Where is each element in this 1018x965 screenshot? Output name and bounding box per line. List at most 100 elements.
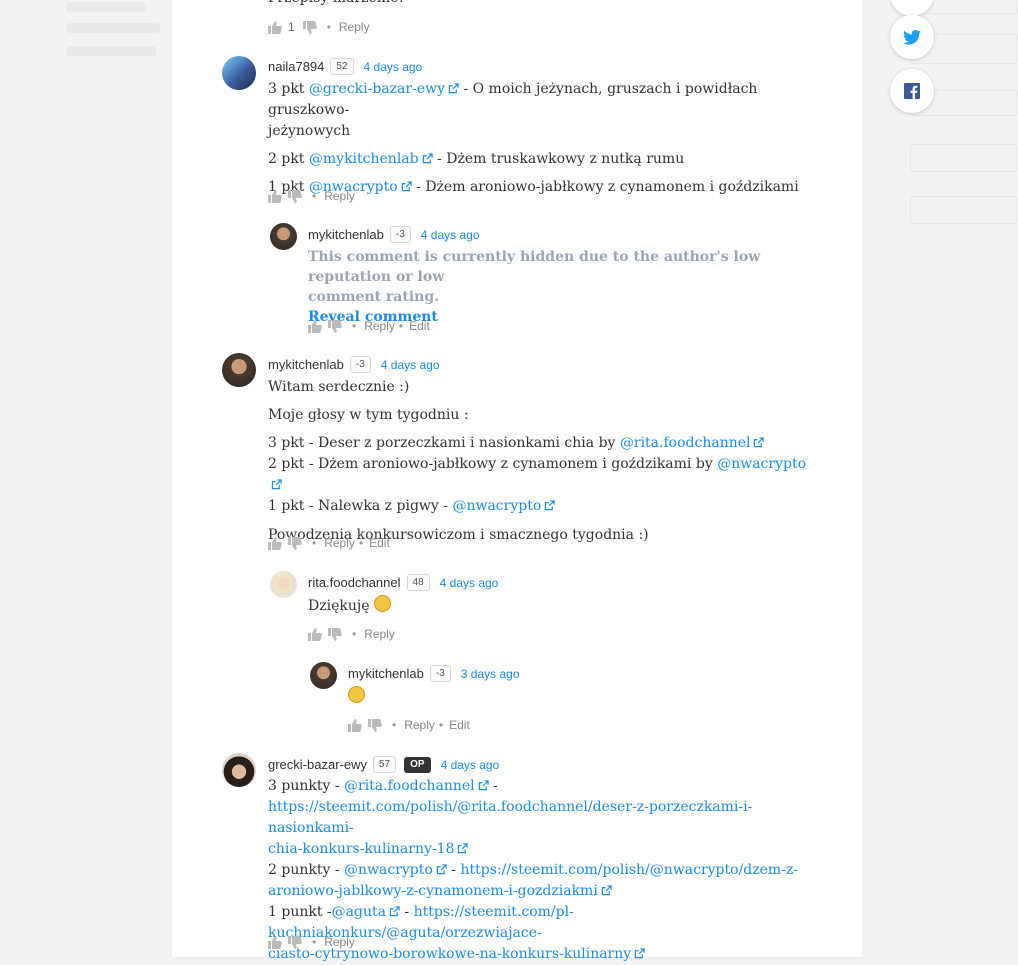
author-name[interactable]: rita.foodchannel [308,575,401,590]
timestamp-link[interactable]: 4 days ago [441,758,500,772]
downvote-icon[interactable] [288,189,302,203]
separator-dot: • [352,627,357,641]
external-link-icon [422,153,433,164]
timestamp-link[interactable]: 4 days ago [421,228,480,242]
external-link-icon [601,885,612,896]
vote-description: - Dżem truskawkowy z nutką rumu [432,151,685,167]
avatar[interactable] [222,56,256,90]
author-name[interactable]: grecki-bazar-ewy [268,757,367,772]
reply-link[interactable]: Reply [324,536,355,550]
post-url-link-continued[interactable]: aroniowo-jablkowy-z-cynamonem-i-gozdziak… [268,883,598,899]
edit-link[interactable]: Edit [409,319,430,333]
author-name[interactable]: mykitchenlab [348,666,424,681]
post-url-link[interactable]: https://steemit.com/polish/@nwacrypto/dz… [460,862,798,878]
hidden-notice-line: This comment is currently hidden due to … [308,249,761,285]
post-url-link-continued[interactable]: chia-konkurs-kulinarny-18 [268,841,454,857]
upvote-icon[interactable] [268,536,282,550]
winking-face-emoji [348,686,365,703]
mention-link[interactable]: @nwacrypto [452,498,541,514]
avatar[interactable] [222,753,256,787]
vote-points: 2 pkt [268,151,309,167]
downvote-icon[interactable] [328,319,342,333]
comment-header: rita.foodchannel 48 4 days ago [308,574,498,591]
timestamp-link[interactable]: 4 days ago [364,60,423,74]
edit-link[interactable]: Edit [369,536,390,550]
intro-text: Moje głosy w tym tygodniu : [268,407,469,423]
reputation-badge: -3 [349,356,371,373]
upvote-icon[interactable] [348,718,362,732]
reputation-badge: 48 [406,574,430,591]
mention-link[interactable]: @grecki-bazar-ewy [309,81,445,97]
reply-link[interactable]: Reply [324,189,355,203]
external-link-icon [448,83,459,94]
upvote-icon[interactable] [268,189,282,203]
reputation-badge: 57 [372,756,397,773]
reply-link[interactable]: Reply [404,718,435,732]
edit-link[interactable]: Edit [449,718,470,732]
reply-link[interactable]: Reply [364,627,395,641]
author-name[interactable]: mykitchenlab [268,357,344,372]
facebook-icon [904,83,920,99]
vote-description-continued: jeżynowych [268,123,351,139]
avatar[interactable] [270,223,297,250]
reply-link[interactable]: Reply [324,935,355,949]
comment-actions: • Reply • Edit [348,718,470,732]
mention-link[interactable]: @rita.foodchannel [344,778,475,794]
upvote-count: 1 [288,20,295,34]
comment-text: Przepisy marzenie! [268,0,404,9]
reputation-badge: -3 [429,665,451,682]
avatar[interactable] [222,353,256,387]
timestamp-link[interactable]: 4 days ago [440,576,499,590]
external-link-icon [436,864,447,875]
comment-body: This comment is currently hidden due to … [308,247,808,327]
avatar[interactable] [310,662,337,689]
greeting-text: Witam serdecznie :) [268,379,410,395]
mention-link[interactable]: @mykitchenlab [309,151,419,167]
upvote-icon[interactable] [308,319,322,333]
downvote-icon[interactable] [288,536,302,550]
post-url-link[interactable]: https://steemit.com/polish/@rita.foodcha… [268,799,752,836]
vote-text: 3 pkt - Deser z porzeczkami i nasionkami… [268,435,620,451]
author-name[interactable]: naila7894 [268,59,324,74]
ghost-text [66,46,156,56]
downvote-icon[interactable] [288,935,302,949]
hidden-notice-line: comment rating. [308,289,439,305]
upvote-icon[interactable] [308,627,322,641]
upvote-icon[interactable] [268,20,282,34]
external-link-icon [458,843,469,854]
reply-link[interactable]: Reply [364,319,395,333]
facebook-share-button[interactable] [890,69,934,113]
upvote-icon[interactable] [268,935,282,949]
separator-dot: • [392,718,397,732]
ghost-text [66,2,146,12]
downvote-icon[interactable] [328,627,342,641]
vote-text: 1 pkt - Nalewka z pigwy - [268,498,453,514]
timestamp-link[interactable]: 3 days ago [461,667,520,681]
separator-text: - [399,904,414,920]
mention-link[interactable]: @nwacrypto [717,456,806,472]
avatar[interactable] [270,571,297,598]
timestamp-link[interactable]: 4 days ago [381,358,440,372]
comment-header: mykitchenlab -3 4 days ago [268,356,440,373]
twitter-share-button[interactable] [890,15,934,59]
comment-actions: • Reply [308,627,395,641]
comment-body: Przepisy marzenie! [268,0,404,9]
comment-body: Dziękuję [308,595,391,617]
external-link-icon [545,500,555,511]
downvote-icon[interactable] [368,718,382,732]
mention-link[interactable]: @rita.foodchannel [620,435,751,451]
comment-actions: • Reply • Edit [308,319,430,333]
reply-link[interactable]: Reply [339,20,370,34]
comment-header: grecki-bazar-ewy 57 OP 4 days ago [268,756,499,773]
comment-text: Dziękuję [308,598,370,614]
mention-link[interactable]: @aguta [332,904,386,920]
author-name[interactable]: mykitchenlab [308,227,384,242]
comment-actions: • Reply [268,189,355,203]
twitter-icon [903,29,921,45]
downvote-icon[interactable] [302,20,317,34]
ghost-box [910,196,1018,224]
mention-link[interactable]: @nwacrypto [344,862,433,878]
ghost-text [66,23,160,33]
separator-text: - [446,862,461,878]
reputation-badge: -3 [389,226,411,243]
